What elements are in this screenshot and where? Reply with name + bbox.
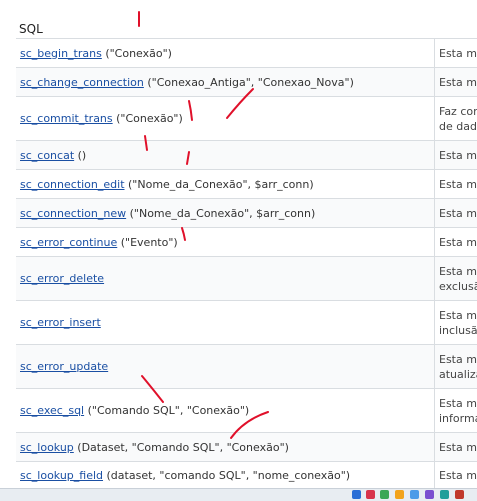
taskbar-app-icon[interactable] [352,490,361,499]
function-cell: sc_error_update [16,345,435,389]
function-link[interactable]: sc_lookup [20,441,74,454]
function-args: ("Comando SQL", "Conexão") [88,404,250,417]
function-cell: sc_connection_new ("Nome_da_Conexão", $a… [16,199,435,228]
description-cell: Esta ma informac [435,389,477,433]
description-text: Esta mac [439,206,477,221]
description-text: Esta mac [439,177,477,192]
function-cell: sc_connection_edit ("Nome_da_Conexão", $… [16,170,435,199]
taskbar-app-icon[interactable] [395,490,404,499]
table-row: sc_connection_edit ("Nome_da_Conexão", $… [16,170,477,199]
function-args: ("Conexao_Antiga", "Conexao_Nova") [147,76,354,89]
description-text: Esta ma atualiza [439,352,477,382]
function-args: ("Nome_da_Conexão", $arr_conn) [130,207,316,220]
table-row: sc_error_delete Esta ma exclusão [16,257,477,301]
function-link[interactable]: sc_begin_trans [20,47,102,60]
taskbar-app-icon[interactable] [455,490,464,499]
taskbar-app-icon[interactable] [380,490,389,499]
description-cell: Esta mac [435,170,477,199]
table-row: sc_lookup_field (dataset, "comando SQL",… [16,462,477,489]
function-args: (Dataset, "Comando SQL", "Conexão") [77,441,289,454]
function-cell: sc_lookup (Dataset, "Comando SQL", "Cone… [16,433,435,462]
function-link[interactable]: sc_connection_new [20,207,126,220]
description-cell: Esta ma [435,462,477,489]
table-row: sc_concat () Esta mac [16,141,477,170]
function-cell: sc_error_insert [16,301,435,345]
sql-macro-page: SQL sc_begin_trans ("Conexão")Esta macsc… [0,0,477,500]
left-margin [0,0,16,490]
table-row: sc_error_continue ("Evento") Esta mac [16,228,477,257]
function-link[interactable]: sc_connection_edit [20,178,125,191]
function-args: () [78,149,87,162]
table-row: sc_error_insert Esta ma inclusão [16,301,477,345]
description-text: Esta mac [439,75,477,90]
table-row: sc_commit_trans ("Conexão")Faz com de da… [16,97,477,141]
function-link[interactable]: sc_error_delete [20,272,104,285]
description-cell: Esta mac [435,199,477,228]
function-cell: sc_error_delete [16,257,435,301]
description-cell: Esta mac [435,433,477,462]
function-cell: sc_error_continue ("Evento") [16,228,435,257]
description-text: Faz com de dado [439,104,477,134]
taskbar-app-icon[interactable] [410,490,419,499]
function-link[interactable]: sc_error_insert [20,316,101,329]
table-row: sc_lookup (Dataset, "Comando SQL", "Cone… [16,433,477,462]
description-cell: Faz com de dado [435,97,477,141]
function-link[interactable]: sc_commit_trans [20,112,113,125]
description-text: Esta ma informac [439,396,477,426]
description-text: Esta ma exclusão [439,264,477,294]
description-text: Esta ma [439,468,477,483]
section-title: SQL [19,22,43,36]
function-link[interactable]: sc_exec_sql [20,404,84,417]
function-args: ("Nome_da_Conexão", $arr_conn) [128,178,314,191]
description-cell: Esta ma exclusão [435,257,477,301]
function-link[interactable]: sc_error_continue [20,236,117,249]
function-cell: sc_change_connection ("Conexao_Antiga", … [16,68,435,97]
description-cell: Esta mac [435,228,477,257]
description-cell: Esta ma inclusão [435,301,477,345]
table-row: sc_exec_sql ("Comando SQL", "Conexão")Es… [16,389,477,433]
function-args: ("Conexão") [116,112,183,125]
table-row: sc_begin_trans ("Conexão") Esta mac [16,39,477,68]
function-link[interactable]: sc_error_update [20,360,108,373]
function-cell: sc_lookup_field (dataset, "comando SQL",… [16,462,435,489]
function-args: ("Conexão") [105,47,172,60]
function-link[interactable]: sc_change_connection [20,76,144,89]
table-row: sc_change_connection ("Conexao_Antiga", … [16,68,477,97]
function-args: (dataset, "comando SQL", "nome_conexão") [107,469,351,482]
taskbar-app-icon[interactable] [425,490,434,499]
description-text: Esta mac [439,46,477,61]
function-cell: sc_begin_trans ("Conexão") [16,39,435,68]
table-row: sc_error_update Esta ma atualiza [16,345,477,389]
description-cell: Esta mac [435,39,477,68]
description-text: Esta mac [439,148,477,163]
function-cell: sc_exec_sql ("Comando SQL", "Conexão") [16,389,435,433]
table-row: sc_connection_new ("Nome_da_Conexão", $a… [16,199,477,228]
function-cell: sc_concat () [16,141,435,170]
taskbar [0,488,477,501]
description-text: Esta mac [439,235,477,250]
function-link[interactable]: sc_concat [20,149,74,162]
sql-macro-table: sc_begin_trans ("Conexão") Esta mac sc_cha… [16,38,477,489]
taskbar-app-icon[interactable] [366,490,375,499]
function-link[interactable]: sc_lookup_field [20,469,103,482]
description-cell: Esta ma atualiza [435,345,477,389]
description-text: Esta mac [439,440,477,455]
description-cell: Esta mac [435,141,477,170]
description-cell: Esta mac [435,68,477,97]
function-cell: sc_commit_trans ("Conexão") [16,97,435,141]
function-args: ("Evento") [121,236,178,249]
taskbar-app-icon[interactable] [440,490,449,499]
description-text: Esta ma inclusão [439,308,477,338]
